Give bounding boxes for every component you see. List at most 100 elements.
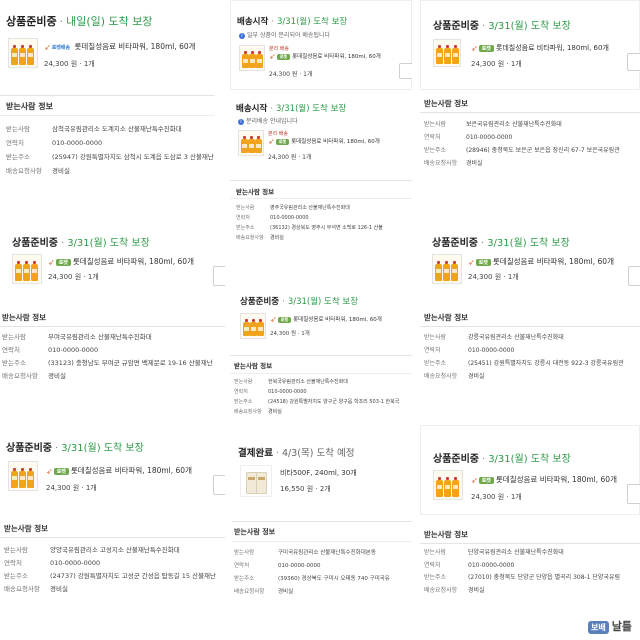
request-row: 배송요청사항 경비실 bbox=[6, 167, 70, 175]
product-name[interactable]: ➶ 로켓 롯데칠성음료 비타파워, 180ml, 60개 bbox=[270, 315, 382, 324]
address-row: 받는주소 (33123) 충청남도 부여군 규암면 백제문로 19-16 산불재난 bbox=[2, 359, 213, 367]
recipient-name-row: 받는사람 한북국유림관리소 산불재난특수진화대 bbox=[234, 379, 348, 385]
recipient-title: 받는사람 정보 bbox=[424, 99, 469, 108]
product-thumbnail[interactable] bbox=[240, 465, 272, 497]
request-row: 배송요청사항 경비실 bbox=[2, 372, 66, 380]
recipient-name-row: 받는사람 부여국유림관리소 산불재난특수진화대 bbox=[2, 333, 152, 341]
product-thumbnail[interactable] bbox=[433, 39, 461, 67]
recipient-title: 받는사람 정보 bbox=[236, 188, 275, 196]
order-panel-1: 상품준비중 · 내일(일) 도착 보장 ➶로켓배송 롯데칠성음료 비타파워, 180… bbox=[0, 0, 215, 200]
recipient-rows: 받는사람 강릉국유림관리소 산불재난특수진화대 연락처 010-0000-0000 … bbox=[424, 331, 640, 383]
phone-row: 연락처 010-0000-0000 bbox=[4, 559, 101, 567]
recipient-title: 받는사람 정보 bbox=[424, 530, 469, 539]
price-quantity: 24,300 원 · 1개 bbox=[468, 273, 519, 281]
recipient-title: 받는사람 정보 bbox=[234, 362, 273, 370]
recipient-rows: 받는사람 단양국유림관리소 산불재난특수진화대 연락처 010-0000-0000 … bbox=[424, 547, 640, 597]
request-row: 배송요청사항 경비실 bbox=[4, 585, 68, 593]
order-panel-8: 결제완료 · 4/3(목) 도착 예정 비타500F, 240ml, 30개 16,… bbox=[232, 425, 412, 605]
recipient-name-row: 받는사람 구미국유림관리소 산불재난특수진화대본동 bbox=[234, 550, 376, 556]
product-name[interactable]: 비타500F, 240ml, 30개 bbox=[280, 468, 357, 478]
rocket-tag: 로켓 bbox=[53, 467, 69, 475]
order-action-button[interactable] bbox=[628, 266, 640, 286]
price-quantity: 24,300 원 · 1개 bbox=[471, 60, 522, 68]
delivery-status: 상품준비중 · 3/31(월) 도착 보장 bbox=[433, 21, 571, 32]
order-panel-3: 상품준비중 · 3/31(월) 도착 보장 ➶ 로켓 롯데칠성음료 비타파워, 180m… bbox=[420, 0, 640, 200]
order-panel-7: 상품준비중 · 3/31(월) 도착 보장 ➶ 로켓 롯데칠성음료 비타파워, 180m… bbox=[0, 425, 225, 605]
recipient-name-row: 받는사람 양양국유림관리소 고성지소 산불재난특수진화대 bbox=[4, 546, 180, 554]
product-thumbnail[interactable] bbox=[8, 38, 38, 68]
order-card: 상품준비중 · 3/31(월) 도착 보장 ➶ 로켓 롯데칠성음료 비타파워, 180m… bbox=[420, 220, 640, 300]
product-name[interactable]: 분리 배송 ➶ 로켓 롯데칠성음료 비타파워, 180ml, 60개 bbox=[268, 130, 380, 146]
recipient-title: 받는사람 정보 bbox=[4, 524, 49, 533]
rocket-tag: 로켓 bbox=[277, 316, 292, 323]
divider bbox=[0, 537, 225, 538]
phone-row: 연락처 010-0000-0000 bbox=[424, 347, 515, 354]
product-name[interactable]: ➶ 로켓 롯데칠성음료 비타파워, 180ml, 60개 bbox=[46, 465, 192, 476]
order-action-button[interactable] bbox=[627, 53, 640, 71]
product-thumbnail[interactable] bbox=[433, 470, 463, 500]
order-action-button[interactable] bbox=[627, 484, 640, 504]
order-card: 상품준비중 · 3/31(월) 도착 보장 ➶ 로켓 롯데칠성음료 비타파워, 180m… bbox=[420, 425, 640, 515]
divider bbox=[0, 115, 215, 116]
address-row: 받는주소 (39360) 경상북도 구미시 오태동 740 구미국유 bbox=[234, 576, 390, 582]
order-action-button[interactable] bbox=[399, 63, 412, 79]
product-name[interactable]: ➶로켓배송 롯데칠성음료 비타파워, 180ml, 60개 bbox=[44, 41, 196, 52]
rocket-tag: 로켓 bbox=[478, 44, 494, 52]
delivery-status: 상품준비중 · 3/31(월) 도착 보장 bbox=[240, 297, 359, 307]
phone-row: 연락처 010-0000-0000 bbox=[236, 215, 309, 221]
phone-row: 연락처 010-0000-0000 bbox=[2, 346, 99, 354]
phone-row: 연락처 010-0000-0000 bbox=[424, 134, 513, 141]
product-name[interactable]: ➶ 로켓 롯데칠성음료 비타파워, 180ml, 60개 bbox=[48, 256, 194, 267]
rocket-icon: ➶ bbox=[471, 43, 478, 53]
address-row: 받는주소 (25947) 강원특별자치도 삼척시 도계읍 도삼로 3 산불재난 bbox=[6, 153, 214, 161]
product-name[interactable]: ➶ 로켓 롯데칠성음료 비타파워, 180ml, 60개 bbox=[468, 256, 614, 267]
order-card: 배송시작 · 3/31(월) 도착 보장 i 일부 상품이 분리되어 배송됩니다 분리… bbox=[230, 0, 412, 90]
recipient-name-row: 받는사람 보은국유림관리소 산불재난특수진화대 bbox=[424, 121, 562, 128]
rocket-icon: ➶ bbox=[268, 137, 275, 146]
product-thumbnail[interactable] bbox=[432, 254, 462, 284]
order-panel-9: 상품준비중 · 3/31(월) 도착 보장 ➶ 로켓 롯데칠성음료 비타파워, 180m… bbox=[420, 425, 640, 605]
product-name[interactable]: 분리 배송 ➶ 로켓 롯데칠성음료 비타파워, 180ml, 60개 bbox=[269, 45, 381, 61]
rocket-icon: ➶ bbox=[48, 257, 55, 267]
phone-row: 연락처 010-0000-0000 bbox=[234, 389, 307, 395]
order-action-button[interactable] bbox=[213, 266, 225, 286]
order-card: 상품준비중 · 3/31(월) 도착 보장 ➶ 로켓 롯데칠성음료 비타파워, 180m… bbox=[0, 425, 225, 510]
delivery-status: 상품준비중 · 내일(일) 도착 보장 bbox=[6, 15, 153, 28]
address-row: 받는주소 (24518) 강원특별자치도 양구군 양구읍 학조리 503-1 한북… bbox=[234, 399, 400, 405]
product-name[interactable]: ➶ 로켓 롯데칠성음료 비타파워, 180ml, 60개 bbox=[471, 474, 617, 485]
product-name[interactable]: ➶ 로켓 롯데칠성음료 비타파워, 180ml, 60개 bbox=[471, 43, 609, 53]
recipient-name-row: 받는사람 영주국유림관리소 산불재난특수진화대 bbox=[236, 205, 350, 211]
delivery-status: 배송시작 · 3/31(월) 도착 보장 bbox=[237, 17, 348, 27]
product-thumbnail[interactable] bbox=[240, 313, 266, 339]
recipient-rows: 받는사람 한북국유림관리소 산불재난특수진화대 연락처 010-0000-0000 … bbox=[234, 377, 412, 417]
order-panel-5: 상품준비중 · 3/31(월) 도착 보장 ➶ 로켓 롯데칠성음료 비타파워, 180m… bbox=[230, 285, 412, 425]
recipient-rows: 받는사람 양양국유림관리소 고성지소 산불재난특수진화대 연락처 010-0000-… bbox=[4, 544, 225, 596]
request-row: 배송요청사항 경비실 bbox=[424, 373, 485, 380]
product-thumbnail[interactable] bbox=[12, 254, 42, 284]
product-thumbnail[interactable] bbox=[8, 461, 38, 491]
split-notice: i 분리배송 안내입니다 bbox=[238, 116, 298, 125]
product-thumbnail[interactable] bbox=[238, 130, 264, 156]
product-thumbnail[interactable] bbox=[239, 45, 265, 71]
recipient-name-row: 받는사람 강릉국유림관리소 산불재난특수진화대 bbox=[424, 334, 564, 341]
order-panel-6: 상품준비중 · 3/31(월) 도착 보장 ➶ 로켓 롯데칠성음료 비타파워, 180m… bbox=[420, 220, 640, 400]
address-row: 받는주소 (28946) 충청북도 보은군 보은읍 장신리 67-7 보은국유림관 bbox=[424, 147, 620, 154]
divider bbox=[232, 521, 412, 522]
address-row: 받는주소 (36132) 경상북도 영주시 부석면 소백로 126-1 산불 bbox=[236, 225, 383, 231]
request-row: 배송요청사항 경비실 bbox=[424, 160, 483, 167]
delivery-status: 상품준비중 · 3/31(월) 도착 보장 bbox=[432, 238, 570, 249]
rocket-icon: ➶ bbox=[270, 315, 277, 324]
order-panel-2: 배송시작 · 3/31(월) 도착 보장 i 일부 상품이 분리되어 배송됩니다 분리… bbox=[230, 0, 412, 250]
order-card: 배송시작 · 3/31(월) 도착 보장 i 분리배송 안내입니다 분리 배송 ➶ 로켓… bbox=[230, 94, 412, 174]
recipient-title: 받는사람 정보 bbox=[6, 102, 53, 111]
address-row: 받는주소 (24737) 강원특별자치도 고성군 간성읍 탑동길 15 산불재난 bbox=[4, 572, 217, 580]
price-quantity: 24,300 원 · 1개 bbox=[46, 484, 97, 492]
rocket-tag: 로켓 bbox=[275, 138, 290, 145]
phone-row: 연락처 010-0000-0000 bbox=[234, 563, 321, 569]
order-card: 상품준비중 · 3/31(월) 도착 보장 ➶ 로켓 롯데칠성음료 비타파워, 180m… bbox=[0, 220, 225, 300]
status-label: 상품준비중 bbox=[6, 15, 57, 28]
divider bbox=[230, 373, 412, 374]
order-action-button[interactable] bbox=[213, 475, 225, 495]
divider bbox=[230, 355, 412, 356]
recipient-rows: 받는사람 부여국유림관리소 산불재난특수진화대 연락처 010-0000-0000 … bbox=[2, 331, 225, 383]
